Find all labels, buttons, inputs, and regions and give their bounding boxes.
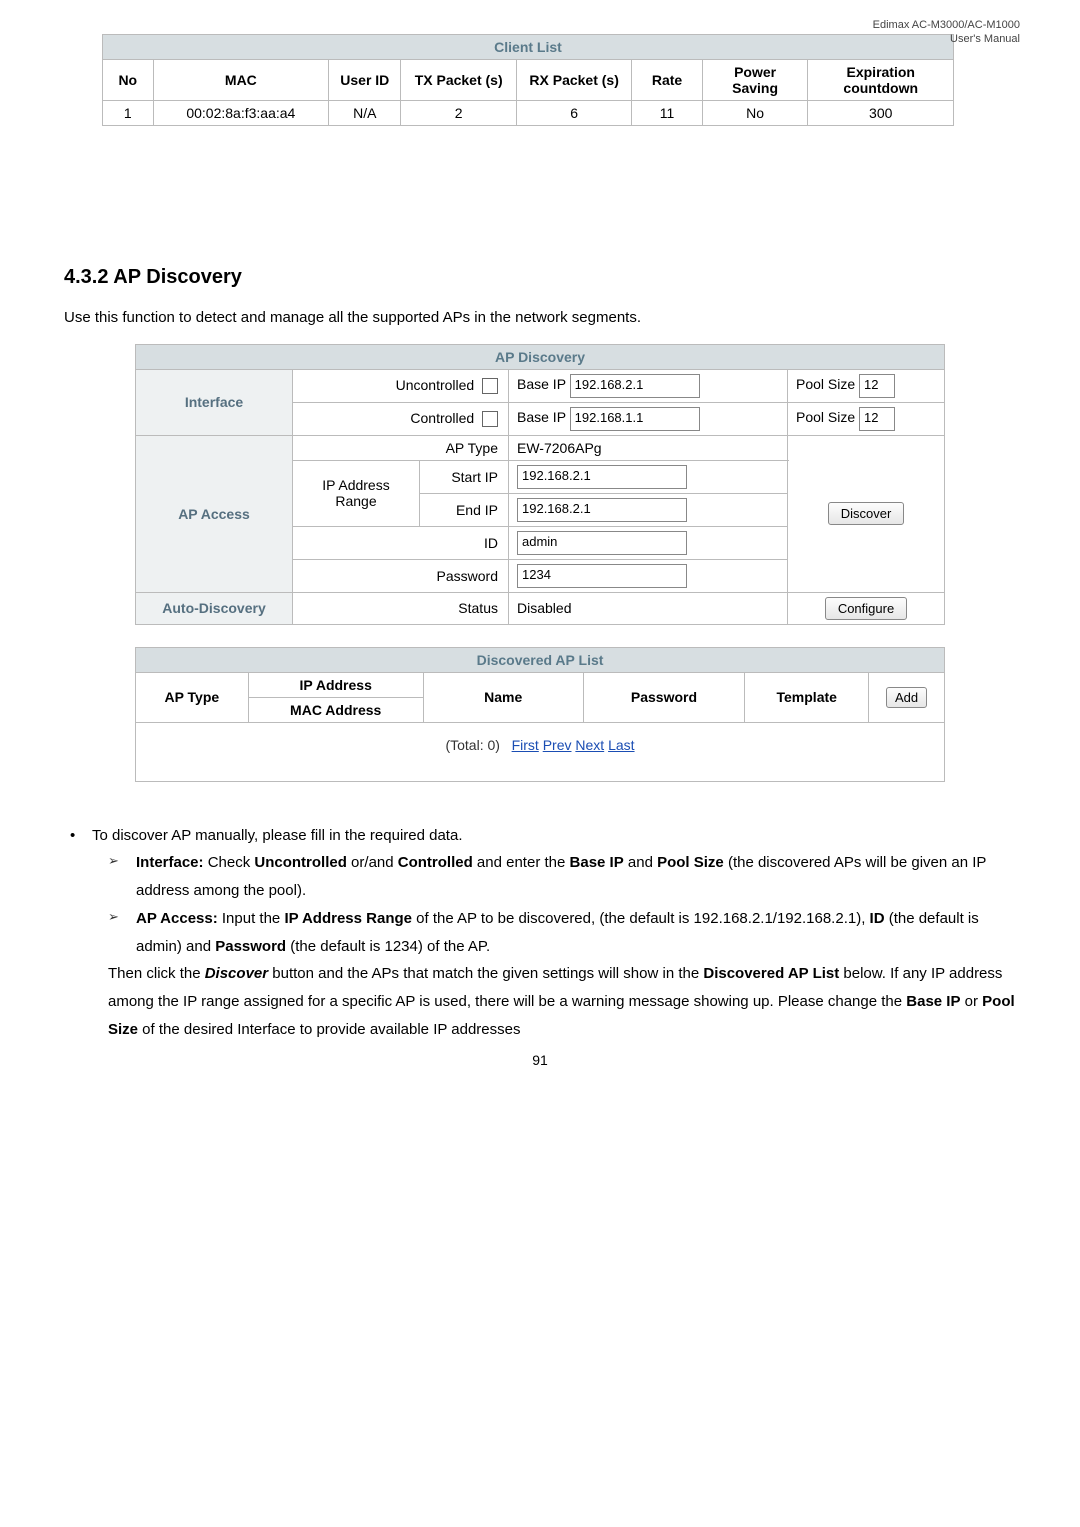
col-no: No xyxy=(103,60,154,101)
ip-range-label: IP Address Range xyxy=(293,460,420,526)
ap-type-label: AP Type xyxy=(293,435,509,460)
configure-button[interactable]: Configure xyxy=(825,597,907,620)
end-ip-input[interactable]: 192.168.2.1 xyxy=(517,498,687,522)
cell-ps: No xyxy=(702,101,808,126)
next-link[interactable]: Next xyxy=(575,737,604,753)
controlled-label: Controlled xyxy=(410,410,474,426)
status-value: Disabled xyxy=(509,592,788,624)
cell-uid: N/A xyxy=(329,101,401,126)
baseip2-cell: Base IP 192.168.1.1 xyxy=(509,402,788,435)
note-paragraph: Then click the Discover button and the A… xyxy=(64,960,1016,1043)
col-mac: MAC xyxy=(153,60,329,101)
doc-type: User's Manual xyxy=(873,32,1020,46)
uncontrolled-checkbox[interactable] xyxy=(482,378,498,394)
col-userid: User ID xyxy=(329,60,401,101)
baseip1-input[interactable]: 192.168.2.1 xyxy=(570,374,700,398)
id-label: ID xyxy=(293,526,509,559)
poolsize-label: Pool Size xyxy=(796,376,855,392)
password-label: Password xyxy=(293,559,509,592)
page-number: 91 xyxy=(64,1052,1016,1068)
poolsize1-input[interactable]: 12 xyxy=(859,374,895,398)
disc-ip-col: IP Address xyxy=(248,672,423,697)
note-bullet-apaccess: AP Access: Input the IP Address Range of… xyxy=(64,905,1016,961)
last-link[interactable]: Last xyxy=(608,737,634,753)
col-rate: Rate xyxy=(632,60,702,101)
client-list-title: Client List xyxy=(103,35,954,60)
first-link[interactable]: First xyxy=(512,737,539,753)
add-button[interactable]: Add xyxy=(886,687,927,708)
cell-tx: 2 xyxy=(401,101,516,126)
start-ip-input[interactable]: 192.168.2.1 xyxy=(517,465,687,489)
prev-link[interactable]: Prev xyxy=(543,737,572,753)
note-bullet-1: To discover AP manually, please fill in … xyxy=(64,822,1016,850)
poolsize2-cell: Pool Size 12 xyxy=(788,402,945,435)
uncontrolled-label: Uncontrolled xyxy=(396,377,475,393)
cell-no: 1 xyxy=(103,101,154,126)
t: Interface: xyxy=(136,854,204,871)
baseip2-input[interactable]: 192.168.1.1 xyxy=(570,407,700,431)
disc-aptype-col: AP Type xyxy=(136,672,249,722)
col-powersaving: Power Saving xyxy=(702,60,808,101)
doc-header: Edimax AC-M3000/AC-M1000 User's Manual xyxy=(873,18,1020,47)
client-list-table: Client List No MAC User ID TX Packet (s)… xyxy=(102,34,954,126)
baseip-label: Base IP xyxy=(517,409,566,425)
pagination-row: (Total: 0) First Prev Next Last xyxy=(136,722,945,781)
ap-type-value: EW-7206APg xyxy=(509,435,788,460)
col-expiration: Expiration countdown xyxy=(808,60,954,101)
start-ip-label: Start IP xyxy=(420,460,509,493)
cell-rx: 6 xyxy=(516,101,631,126)
disc-template-col: Template xyxy=(745,672,869,722)
uncontrolled-row: Uncontrolled xyxy=(293,369,509,402)
poolsize1-cell: Pool Size 12 xyxy=(788,369,945,402)
ap-discovery-title: AP Discovery xyxy=(136,344,945,369)
notes-section: To discover AP manually, please fill in … xyxy=(64,822,1016,1044)
controlled-row: Controlled xyxy=(293,402,509,435)
table-row: 1 00:02:8a:f3:aa:a4 N/A 2 6 11 No 300 xyxy=(103,101,954,126)
col-txpacket: TX Packet (s) xyxy=(401,60,516,101)
cell-mac: 00:02:8a:f3:aa:a4 xyxy=(153,101,329,126)
password-input[interactable]: 1234 xyxy=(517,564,687,588)
poolsize-label: Pool Size xyxy=(796,409,855,425)
col-rxpacket: RX Packet (s) xyxy=(516,60,631,101)
baseip1-cell: Base IP 192.168.2.1 xyxy=(509,369,788,402)
end-ip-label: End IP xyxy=(420,493,509,526)
discover-button[interactable]: Discover xyxy=(828,502,905,525)
product-name: Edimax AC-M3000/AC-M1000 xyxy=(873,18,1020,32)
controlled-checkbox[interactable] xyxy=(482,411,498,427)
note-bullet-interface: Interface: Check Uncontrolled or/and Con… xyxy=(64,849,1016,905)
client-list-headers: No MAC User ID TX Packet (s) RX Packet (… xyxy=(103,60,954,101)
section-heading: 4.3.2 AP Discovery xyxy=(64,266,1016,289)
disc-name-col: Name xyxy=(423,672,583,722)
baseip-label: Base IP xyxy=(517,376,566,392)
ap-access-label: AP Access xyxy=(136,435,293,592)
section-intro: Use this function to detect and manage a… xyxy=(64,307,1016,330)
interface-label: Interface xyxy=(136,369,293,435)
disc-pwd-col: Password xyxy=(583,672,745,722)
discovered-ap-table: Discovered AP List AP Type IP Address Na… xyxy=(135,647,945,782)
discover-cell: Discover xyxy=(788,435,945,592)
disc-mac-col: MAC Address xyxy=(248,697,423,722)
cell-rate: 11 xyxy=(632,101,702,126)
cell-exp: 300 xyxy=(808,101,954,126)
status-label: Status xyxy=(293,592,509,624)
poolsize2-input[interactable]: 12 xyxy=(859,407,895,431)
ap-discovery-table: AP Discovery Interface Uncontrolled Base… xyxy=(135,344,945,625)
id-input[interactable]: admin xyxy=(517,531,687,555)
total-count: (Total: 0) xyxy=(445,737,499,753)
discovered-title: Discovered AP List xyxy=(136,647,945,672)
auto-discovery-label: Auto-Discovery xyxy=(136,592,293,624)
